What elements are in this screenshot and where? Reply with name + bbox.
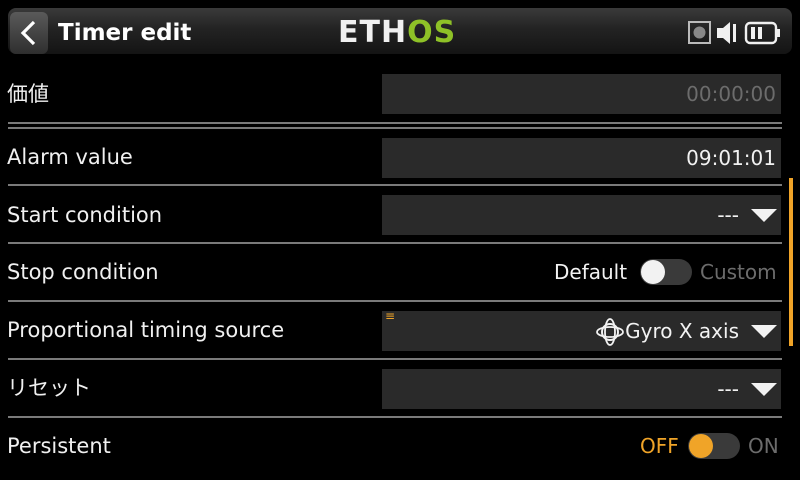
- scrollbar[interactable]: [789, 178, 793, 346]
- reset-label: リセット: [7, 376, 91, 400]
- page-title: Timer edit: [58, 20, 192, 46]
- reset-value: ---: [717, 377, 739, 401]
- alarm-value-field[interactable]: 09:01:01: [382, 138, 781, 178]
- battery-icon: [744, 20, 782, 50]
- back-button[interactable]: [10, 12, 48, 54]
- source-marker-icon: ≡: [385, 309, 396, 323]
- record-icon: [688, 20, 712, 48]
- proportional-source-label: Proportional timing source: [7, 318, 285, 342]
- row-persistent: Persistent OFF ON: [0, 418, 790, 476]
- start-condition-label: Start condition: [7, 203, 163, 227]
- toggle-knob: [641, 260, 665, 284]
- start-condition-value: ---: [717, 203, 739, 227]
- alarm-value-text: 09:01:01: [686, 146, 776, 170]
- row-alarm: Alarm value 09:01:01: [0, 128, 790, 186]
- alarm-label: Alarm value: [7, 145, 133, 169]
- persistent-label: Persistent: [7, 434, 111, 458]
- dropdown-arrow-icon: [751, 209, 777, 222]
- row-reset: リセット ---: [0, 360, 790, 418]
- gyro-icon: [595, 317, 625, 351]
- persistent-off-label: OFF: [640, 434, 679, 458]
- row-stop-condition: Stop condition Default Custom: [0, 244, 790, 302]
- row-start-condition: Start condition ---: [0, 186, 790, 244]
- row-proportional-source: Proportional timing source ≡ Gyro X axis: [0, 302, 790, 360]
- stop-custom-label: Custom: [700, 260, 777, 284]
- persistent-toggle[interactable]: [688, 433, 740, 459]
- toggle-knob: [689, 434, 713, 458]
- dropdown-arrow-icon: [751, 383, 777, 396]
- back-arrow-icon: [20, 20, 36, 46]
- stop-condition-toggle[interactable]: [640, 259, 692, 285]
- proportional-source-value: Gyro X axis: [625, 319, 739, 343]
- start-condition-dropdown[interactable]: ---: [382, 195, 781, 235]
- separator: [8, 122, 782, 124]
- stop-condition-label: Stop condition: [7, 260, 159, 284]
- row-value: 価値 00:00:00: [0, 66, 790, 124]
- proportional-source-dropdown[interactable]: ≡ Gyro X axis: [382, 309, 781, 351]
- reset-dropdown[interactable]: ---: [382, 369, 781, 409]
- header-bar: Timer edit ETHOS: [0, 0, 800, 62]
- stop-default-label: Default: [554, 260, 628, 284]
- persistent-on-label: ON: [748, 434, 779, 458]
- speaker-icon: [716, 20, 740, 50]
- value-label: 価値: [7, 82, 49, 106]
- value-field-text: 00:00:00: [686, 82, 776, 106]
- value-field[interactable]: 00:00:00: [382, 74, 781, 114]
- dropdown-arrow-icon: [751, 325, 777, 338]
- ethos-logo: ETHOS: [338, 15, 457, 50]
